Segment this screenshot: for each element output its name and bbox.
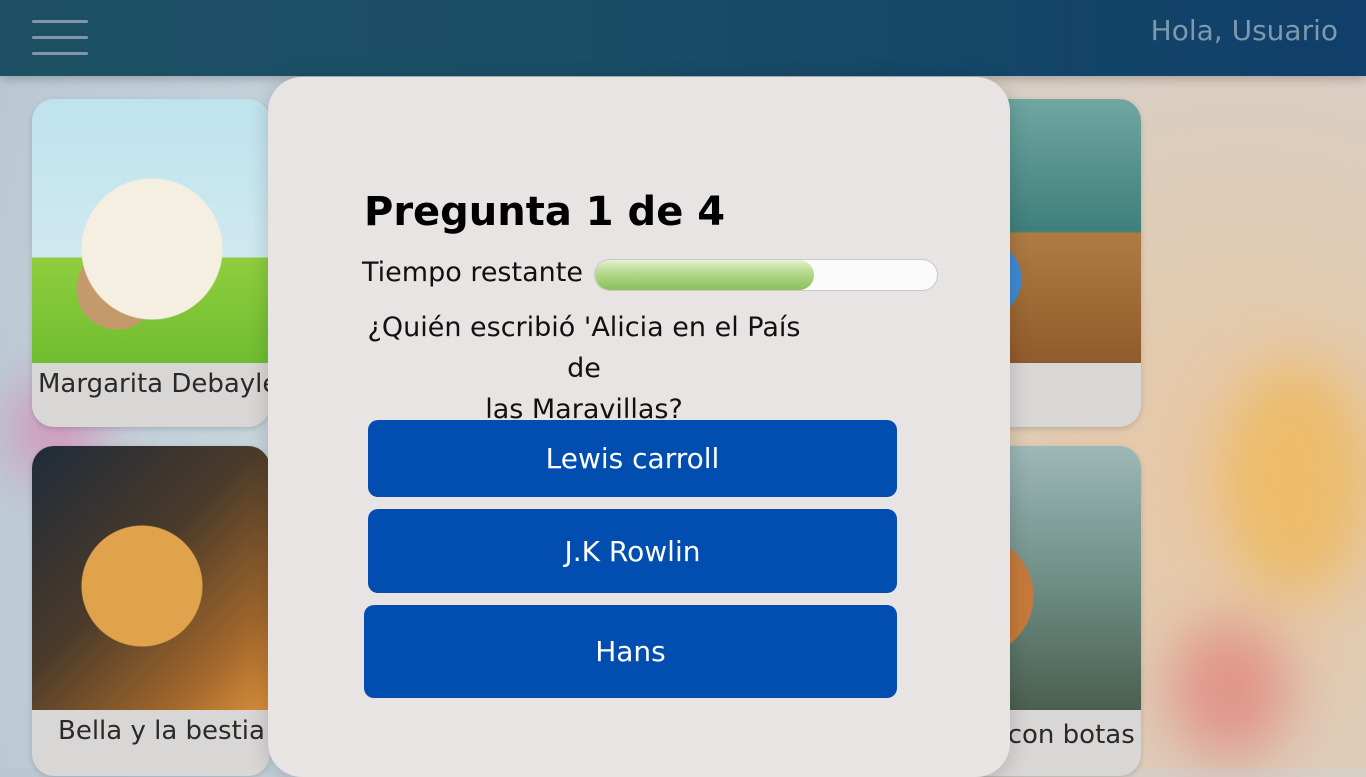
timer-label: Tiempo restante <box>362 257 583 288</box>
story-card-margarita[interactable]: Margarita Debayle <box>32 99 270 427</box>
question-text: ¿Quién escribió 'Alicia en el País de la… <box>364 307 804 430</box>
answer-button-2[interactable]: J.K Rowlin <box>368 509 897 593</box>
story-cover-image <box>32 99 270 363</box>
answer-button-1[interactable]: Lewis carroll <box>368 420 897 497</box>
question-counter-title: Pregunta 1 de 4 <box>364 189 726 235</box>
story-card-bella[interactable]: Bella y la bestia <box>32 446 270 776</box>
background-blob <box>1170 620 1290 760</box>
timer-progress-fill <box>595 260 814 290</box>
hamburger-menu-icon[interactable] <box>32 20 88 56</box>
answer-button-3[interactable]: Hans <box>364 605 897 698</box>
story-cover-image <box>32 446 270 710</box>
timer-progress-bar <box>594 259 938 291</box>
story-title: Margarita Debayle <box>38 369 270 399</box>
quiz-modal: Pregunta 1 de 4 Tiempo restante ¿Quién e… <box>268 77 1010 777</box>
user-greeting: Hola, Usuario <box>1150 14 1338 47</box>
top-bar: Hola, Usuario <box>0 0 1366 76</box>
question-line-1: ¿Quién escribió 'Alicia en el País de <box>367 312 801 384</box>
background-blob <box>1220 360 1366 600</box>
story-title: Bella y la bestia <box>58 716 265 746</box>
